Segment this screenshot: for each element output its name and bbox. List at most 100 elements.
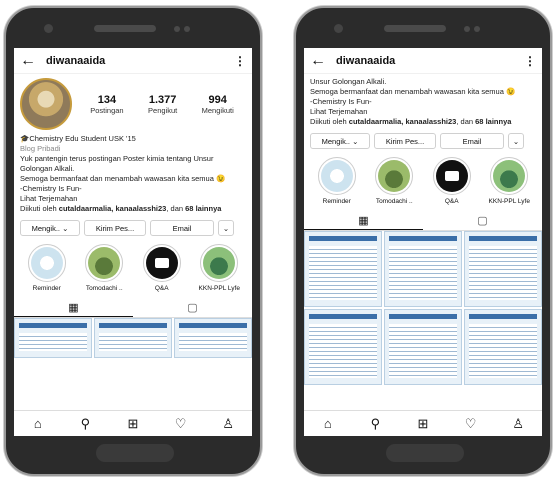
post-thumbnail[interactable] (304, 309, 382, 385)
followed-by[interactable]: Diikuti oleh cutaldaarmalia, kanaalasshi… (310, 117, 536, 127)
followed-by-suffix: , dan (166, 204, 184, 213)
bottom-nav: ⌂ ⚲ ⊞ ♡ ♙ (304, 410, 542, 436)
speaker (94, 25, 156, 32)
story-highlights: Reminder Tomodachi .. Q&A KKN-PPL Lyfe (14, 242, 252, 294)
post-thumbnail[interactable] (304, 231, 382, 307)
bottom-nav: ⌂ ⚲ ⊞ ♡ ♙ (14, 410, 252, 436)
stat-following[interactable]: 994 Mengikuti (202, 94, 234, 115)
highlight-kkn[interactable]: KKN-PPL Lyfe (193, 244, 245, 292)
grid-icon: ▦ (358, 214, 369, 227)
post-thumbnail[interactable] (464, 231, 542, 307)
home-button[interactable] (386, 444, 464, 462)
stat-followers[interactable]: 1.377 Pengikut (148, 94, 177, 115)
instagram-profile-screen: ← diwanaaida ⋮ 134 Postingan 1.377 Pengi… (14, 48, 252, 436)
camera-dot (334, 24, 343, 33)
see-translation-link[interactable]: Lihat Terjemahan (20, 194, 246, 204)
sensor-dot (184, 26, 190, 32)
avatar[interactable] (20, 78, 72, 130)
followed-by-prefix: Diikuti oleh (310, 117, 347, 126)
highlight-label: Reminder (322, 198, 351, 205)
profile-tabs: ▦ ▢ (14, 298, 252, 318)
email-button[interactable]: Email (150, 220, 214, 236)
following-button[interactable]: Mengik.. ⌄ (20, 220, 80, 236)
message-button[interactable]: Kirim Pes... (84, 220, 146, 236)
stat-value: 134 (97, 93, 117, 106)
highlight-cover (435, 160, 468, 192)
suggested-dropdown-button[interactable]: ⌄ (508, 133, 524, 149)
highlight-tomodachi[interactable]: Tomodachi .. (78, 244, 130, 292)
tab-grid[interactable]: ▦ (14, 298, 133, 317)
highlight-tomodachi[interactable]: Tomodachi .. (368, 157, 420, 205)
highlight-circle (490, 157, 529, 195)
profile-actions: Mengik.. ⌄ Kirim Pes... Email ⌄ (14, 214, 252, 242)
post-thumbnail[interactable] (14, 318, 92, 358)
suggested-dropdown-button[interactable]: ⌄ (218, 220, 234, 236)
highlight-circle (375, 157, 414, 195)
highlight-cover (493, 160, 526, 192)
more-options-icon[interactable]: ⋮ (234, 54, 246, 68)
search-icon[interactable]: ⚲ (73, 416, 97, 432)
stat-value: 1.377 (148, 93, 177, 106)
add-post-icon[interactable]: ⊞ (121, 416, 145, 432)
followed-by[interactable]: Diikuti oleh cutaldaarmalia, kanaalasshi… (20, 204, 246, 214)
highlight-circle (200, 244, 239, 282)
back-arrow-icon[interactable]: ← (310, 52, 336, 70)
following-button[interactable]: Mengik.. ⌄ (310, 133, 370, 149)
message-button[interactable]: Kirim Pes... (374, 133, 436, 149)
home-icon[interactable]: ⌂ (316, 416, 340, 431)
tab-tagged[interactable]: ▢ (133, 298, 252, 317)
stat-value: 994 (208, 93, 227, 106)
profile-icon[interactable]: ♙ (216, 416, 240, 432)
highlight-label: Q&A (444, 198, 459, 205)
highlight-reminder[interactable]: Reminder (311, 157, 363, 205)
camera-dot (44, 24, 53, 33)
heart-icon[interactable]: ♡ (169, 416, 193, 432)
bio-text: Unsur Golongan Alkali. (310, 77, 387, 86)
home-button[interactable] (96, 444, 174, 462)
stat-label: Pengikut (148, 105, 178, 115)
phone-top-bar (6, 22, 260, 36)
followed-by-suffix: , dan (456, 117, 474, 126)
post-thumbnail[interactable] (94, 318, 172, 358)
instagram-profile-screen-scrolled: ← diwanaaida ⋮ Unsur Golongan Alkali. Se… (304, 48, 542, 436)
story-highlights: Reminder Tomodachi .. Q&A KKN-PPL Lyfe (304, 155, 542, 207)
home-icon[interactable]: ⌂ (26, 416, 50, 431)
profile-summary: 134 Postingan 1.377 Pengikut 994 Mengiku… (14, 74, 252, 134)
search-icon[interactable]: ⚲ (363, 416, 387, 432)
highlight-qa[interactable]: Q&A (426, 157, 478, 205)
add-post-icon[interactable]: ⊞ (411, 416, 435, 432)
post-thumbnail[interactable] (464, 309, 542, 385)
highlight-cover (30, 247, 63, 279)
bio-name-text: Chemistry Edu Student USK '15 (29, 134, 136, 143)
followed-by-names: cutaldaarmalia, kanaalasshi23 (348, 117, 457, 126)
username: diwanaaida (46, 54, 106, 67)
more-options-icon[interactable]: ⋮ (524, 54, 536, 68)
highlight-cover (320, 160, 353, 192)
see-translation-link[interactable]: Lihat Terjemahan (310, 107, 536, 117)
post-thumbnail[interactable] (174, 318, 252, 358)
highlight-label: KKN-PPL Lyfe (488, 198, 530, 205)
posts-grid (14, 318, 252, 358)
highlight-label: KKN-PPL Lyfe (198, 285, 240, 292)
post-thumbnail[interactable] (384, 309, 462, 385)
profile-icon[interactable]: ♙ (506, 416, 530, 432)
highlight-reminder[interactable]: Reminder (21, 244, 73, 292)
bio-category: Blog Pribadi (20, 144, 61, 153)
stat-posts[interactable]: 134 Postingan (90, 94, 123, 115)
heart-icon[interactable]: ♡ (459, 416, 483, 432)
profile-tabs: ▦ ▢ (304, 211, 542, 231)
speaker (384, 25, 446, 32)
highlight-kkn[interactable]: KKN-PPL Lyfe (483, 157, 535, 205)
highlight-qa[interactable]: Q&A (136, 244, 188, 292)
grid-icon: ▦ (68, 301, 79, 314)
bio-line: -Chemistry Is Fun- (310, 97, 372, 106)
bio-name: 🎓Chemistry Edu Student USK '15 (20, 134, 136, 143)
post-thumbnail[interactable] (384, 231, 462, 307)
tab-grid[interactable]: ▦ (304, 211, 423, 230)
email-button[interactable]: Email (440, 133, 504, 149)
posts-grid (304, 231, 542, 385)
back-arrow-icon[interactable]: ← (20, 52, 46, 70)
highlight-label: Tomodachi .. (85, 285, 123, 292)
tab-tagged[interactable]: ▢ (423, 211, 542, 230)
highlight-label: Q&A (154, 285, 169, 292)
